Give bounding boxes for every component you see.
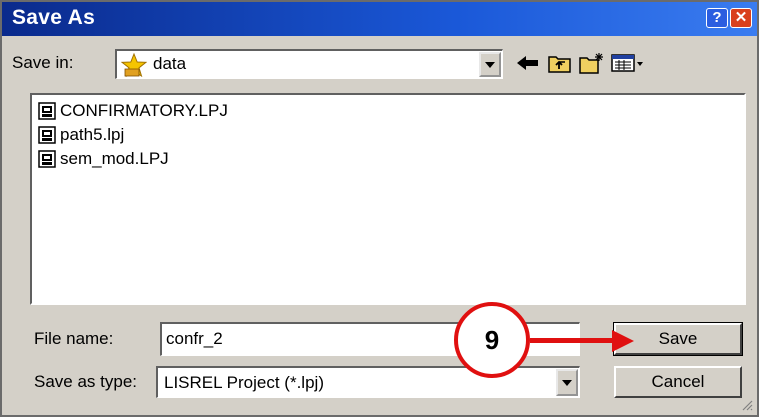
- chevron-down-icon: [485, 61, 495, 68]
- file-item[interactable]: path5.lpj: [38, 123, 124, 147]
- callout-arrow-head: [612, 330, 634, 352]
- callout-arrow-line: [530, 338, 614, 343]
- title-bar[interactable]: Save As ? ✕: [2, 2, 757, 36]
- cancel-button[interactable]: Cancel: [614, 366, 742, 398]
- file-name-label: File name:: [34, 329, 114, 348]
- window-title: Save As: [12, 6, 96, 29]
- save-in-label: Save in:: [12, 53, 74, 72]
- file-name: sem_mod.LPJ: [60, 149, 169, 168]
- resize-grip-icon[interactable]: [741, 399, 753, 411]
- back-button[interactable]: [515, 50, 541, 76]
- lisrel-project-file-icon: [38, 126, 56, 144]
- chevron-down-icon: [562, 379, 572, 386]
- save-in-dropdown-button[interactable]: [479, 52, 501, 77]
- create-new-folder-button[interactable]: [579, 50, 605, 76]
- save-as-type-value: LISREL Project (*.lpj): [164, 373, 324, 392]
- back-arrow-icon: [517, 56, 538, 70]
- lisrel-project-file-icon: [38, 102, 56, 120]
- view-menu-icon: [611, 54, 643, 72]
- close-button[interactable]: ✕: [730, 8, 752, 28]
- up-folder-icon: [548, 56, 571, 73]
- save-in-value: data: [153, 54, 187, 73]
- new-folder-icon: [579, 53, 603, 74]
- save-as-type-dropdown-button[interactable]: [556, 369, 578, 396]
- file-list[interactable]: CONFIRMATORY.LPJ path5.lpj sem_mod.LPJ: [30, 93, 746, 305]
- favorites-star-icon: [120, 52, 148, 82]
- file-name: path5.lpj: [60, 125, 125, 144]
- save-as-dialog: Save As ? ✕ Save in: data CONFIRMATORY.L…: [0, 0, 759, 417]
- file-name: CONFIRMATORY.LPJ: [60, 101, 228, 120]
- help-button[interactable]: ?: [706, 8, 728, 28]
- view-menu-button[interactable]: [610, 50, 646, 76]
- save-in-combo[interactable]: data: [115, 49, 503, 79]
- file-item[interactable]: sem_mod.LPJ: [38, 147, 169, 171]
- up-one-level-button[interactable]: [547, 50, 573, 76]
- save-as-type-combo[interactable]: LISREL Project (*.lpj): [156, 366, 580, 398]
- step-callout-badge: 9: [454, 302, 530, 378]
- lisrel-project-file-icon: [38, 150, 56, 168]
- save-as-type-label: Save as type:: [34, 372, 138, 391]
- file-item[interactable]: CONFIRMATORY.LPJ: [38, 99, 228, 123]
